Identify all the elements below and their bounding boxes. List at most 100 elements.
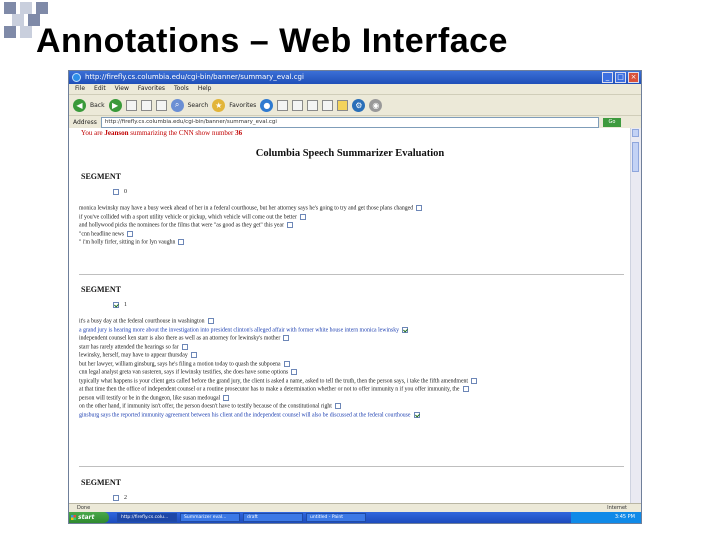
sentence-text: cnn legal analyst greta van susteren, sa…	[79, 369, 289, 376]
sentence-text: lewinsky, herself, may have to appear th…	[79, 352, 188, 359]
segment-checkbox[interactable]	[113, 302, 119, 308]
status-done: Done	[77, 505, 91, 511]
deco-square	[20, 2, 32, 14]
menu-favorites[interactable]: Favorites	[138, 84, 165, 94]
media-icon[interactable]: ●	[260, 98, 274, 112]
segment-checkbox-row: 1	[113, 302, 127, 308]
sentence-checkbox[interactable]	[178, 239, 185, 245]
segment-checkbox-row: 2	[113, 495, 127, 501]
sentence-checkbox[interactable]	[127, 230, 134, 237]
start-button[interactable]: start	[69, 512, 109, 523]
taskbar-item[interactable]: draft	[243, 513, 303, 522]
sentence-checkbox[interactable]	[283, 360, 290, 367]
summary-sentence: on the other hand, if immunity isn't off…	[79, 403, 341, 410]
search-label[interactable]: Search	[188, 102, 209, 109]
forward-arrow-icon[interactable]: ▶	[108, 98, 122, 112]
sentence-checkbox[interactable]	[299, 213, 306, 220]
favorites-star-icon[interactable]: ★	[212, 98, 226, 112]
deco-square	[12, 14, 24, 26]
summary-sentence: cnn legal analyst greta van susteren, sa…	[79, 369, 298, 376]
sentence-text: person will testify or be in the dungeon…	[79, 394, 221, 401]
menu-bar: File Edit View Favorites Tools Help	[69, 84, 641, 95]
sentence-checkbox[interactable]	[207, 318, 214, 324]
address-label: Address	[73, 119, 97, 126]
back-label[interactable]: Back	[90, 102, 105, 109]
sentence-text: starr has rarely attended the hearings s…	[79, 343, 179, 350]
research-icon[interactable]: ◉	[369, 98, 383, 112]
summary-sentence: at that time then the office of independ…	[79, 386, 469, 393]
stop-icon[interactable]	[125, 99, 137, 111]
sentence-checkbox[interactable]	[402, 326, 409, 333]
search-icon[interactable]: ⌕	[170, 98, 184, 112]
taskbar-item[interactable]: Summarizer eval...	[180, 513, 240, 522]
sentence-checkbox[interactable]	[283, 335, 290, 341]
address-input[interactable]: http://firefly.cs.columbia.edu/cgi-bin/b…	[100, 117, 599, 128]
close-icon[interactable]: ×	[628, 72, 639, 83]
summary-sentence: but her lawyer, william ginsburg, says h…	[79, 360, 290, 368]
segment-checkbox-row: 0	[113, 189, 127, 195]
menu-edit[interactable]: Edit	[94, 84, 106, 94]
browser-toolbar: ◀ Back ▶ ⌕ Search ★ Favorites ● ⚙ ◉	[69, 95, 641, 116]
menu-view[interactable]: View	[115, 84, 129, 94]
window-title: http://firefly.cs.columbia.edu/cgi-bin/b…	[85, 73, 304, 81]
summary-sentence: monica lewinsky may have a busy week ahe…	[79, 205, 423, 212]
summary-sentence: it's a busy day at the federal courthous…	[79, 318, 214, 325]
favorites-label[interactable]: Favorites	[229, 102, 256, 109]
deco-square	[4, 26, 16, 38]
sentence-text: it's a busy day at the federal courthous…	[79, 318, 205, 325]
segment-number: 1	[124, 302, 127, 308]
edit-icon[interactable]	[322, 99, 334, 111]
sentence-checkbox[interactable]	[413, 411, 420, 418]
sentence-text: if you've collided with a sport utility …	[79, 213, 297, 220]
sentence-checkbox[interactable]	[223, 394, 230, 401]
minimize-icon[interactable]: _	[602, 72, 613, 83]
segment-title: SEGMENT	[81, 172, 122, 181]
history-icon[interactable]	[277, 99, 289, 111]
sentence-text: monica lewinsky may have a busy week ahe…	[79, 205, 414, 212]
browser-window: http://firefly.cs.columbia.edu/cgi-bin/b…	[68, 70, 642, 524]
folder-icon[interactable]	[337, 99, 349, 111]
taskbar-item[interactable]: untitled - Paint	[306, 513, 366, 522]
summary-sentence: and hollywood picks the nominees for the…	[79, 222, 293, 229]
back-arrow-icon[interactable]: ◀	[73, 98, 86, 112]
sentence-checkbox[interactable]	[181, 343, 188, 350]
sentence-checkbox[interactable]	[471, 377, 478, 384]
segment-number: 2	[124, 495, 127, 501]
user-status-line: You are Jeanson summarizing the CNN show…	[81, 129, 243, 137]
menu-file[interactable]: File	[75, 84, 85, 94]
print-icon[interactable]	[307, 99, 319, 111]
vertical-scrollbar[interactable]	[630, 128, 641, 503]
sentence-text: typically what happens is your client ge…	[79, 377, 469, 384]
segment-divider	[79, 466, 624, 467]
segment-checkbox[interactable]	[113, 189, 119, 195]
browser-statusbar: Done Internet	[69, 503, 641, 512]
refresh-icon[interactable]	[140, 99, 152, 111]
home-icon[interactable]	[155, 99, 167, 111]
menu-help[interactable]: Help	[198, 84, 212, 94]
summary-sentence: "cnn headline news	[79, 230, 134, 238]
messenger-icon[interactable]: ⚙	[352, 98, 366, 112]
mail-icon[interactable]	[292, 99, 304, 111]
sentence-checkbox[interactable]	[416, 205, 423, 211]
page-heading: Columbia Speech Summarizer Evaluation	[255, 148, 445, 159]
sentence-checkbox[interactable]	[287, 222, 293, 228]
maximize-icon[interactable]: □	[615, 72, 626, 83]
sentence-checkbox[interactable]	[291, 369, 298, 375]
summary-sentence: if you've collided with a sport utility …	[79, 213, 306, 221]
taskbar-item[interactable]: http://firefly.cs.colu...	[117, 513, 177, 522]
sentence-checkbox[interactable]	[462, 386, 469, 392]
menu-tools[interactable]: Tools	[174, 84, 189, 94]
slide-title: Annotations – Web Interface	[36, 22, 508, 60]
segment-divider	[79, 274, 624, 275]
go-button[interactable]: Go	[603, 118, 621, 127]
sentence-checkbox[interactable]	[190, 352, 197, 358]
sentence-text: "cnn headline news	[79, 230, 125, 237]
summary-sentence: ginsburg says the reported immunity agre…	[79, 411, 420, 419]
status-zone: Internet	[607, 505, 627, 511]
segment-title: SEGMENT	[81, 478, 122, 487]
windows-taskbar: start http://firefly.cs.colu... Summariz…	[69, 512, 641, 523]
scroll-thumb[interactable]	[632, 142, 639, 172]
sentence-checkbox[interactable]	[334, 403, 341, 409]
segment-checkbox[interactable]	[113, 495, 119, 501]
scroll-up-arrow[interactable]	[632, 129, 639, 137]
